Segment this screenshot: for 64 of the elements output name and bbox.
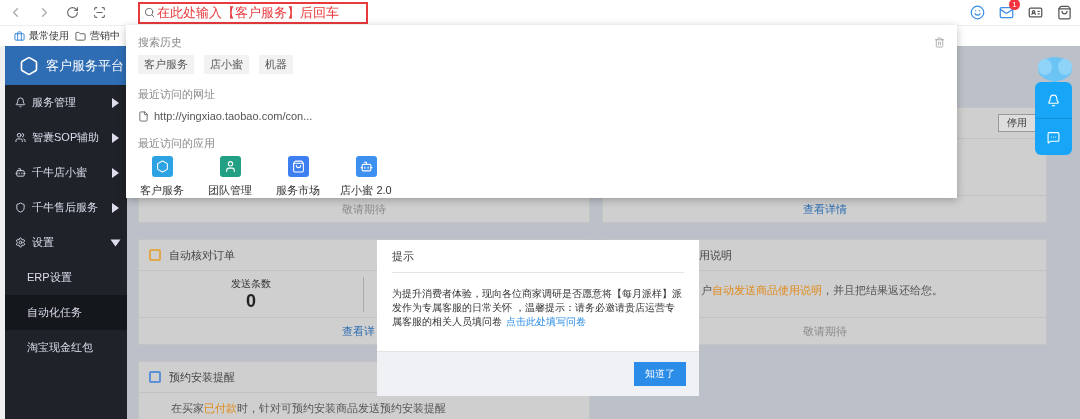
- app-label[interactable]: 服务市场: [276, 183, 320, 198]
- submenu-item[interactable]: 淘宝现金红包: [5, 330, 127, 365]
- details-link[interactable]: 查看详情: [802, 201, 847, 217]
- dialog-message: 为提升消费者体验，现向各位商家调研是否愿意将【每月派样】派发作为专属客服的日常关怀 ，温馨提示：请务必邀请贵店运营专属客服的相关人员填问卷 点击此处填写问卷: [391, 287, 683, 329]
- bell-icon: [1047, 93, 1060, 107]
- history-chip[interactable]: 店小蜜: [204, 55, 249, 74]
- reload-icon[interactable]: [66, 6, 79, 19]
- scan-icon[interactable]: [93, 6, 106, 19]
- address-field[interactable]: 在此处输入【客户服务】后回车: [138, 1, 368, 24]
- bag-icon[interactable]: [1057, 5, 1072, 20]
- trash-icon[interactable]: [934, 37, 945, 48]
- menu-item[interactable]: 智囊SOP辅助: [5, 120, 127, 155]
- app-label[interactable]: 团队管理: [208, 183, 252, 198]
- bookmark-item[interactable]: 最常使用: [14, 29, 69, 43]
- survey-link[interactable]: 点击此处填写问卷: [506, 316, 586, 327]
- menu-item[interactable]: 千牛店小蜜: [5, 155, 127, 190]
- menu-item[interactable]: 设置: [5, 225, 127, 260]
- menu-item[interactable]: 千牛售后服务: [5, 190, 127, 225]
- card-title: 用说明: [699, 247, 732, 263]
- smile-icon[interactable]: [970, 5, 985, 20]
- mail-icon[interactable]: [999, 5, 1014, 20]
- user-icon[interactable]: [219, 156, 241, 177]
- file-icon: [138, 110, 149, 122]
- platform-title: 客户服务平台: [46, 56, 124, 75]
- card-icon: [149, 249, 161, 261]
- card-description: 在买家已付款时，针对可预约安装商品发送预约安装提醒: [171, 402, 446, 414]
- card-title: 预约安装提醒: [169, 369, 235, 385]
- url-link[interactable]: http://yingxiao.taobao.com/con...: [154, 110, 313, 122]
- bookmark-item[interactable]: 营销中: [75, 29, 120, 43]
- card-title: 自动核对订单: [169, 247, 235, 263]
- disable-button[interactable]: 停用: [998, 114, 1036, 132]
- card-description: 户自动发送商品使用说明，并且把结果返还给您。: [701, 284, 943, 296]
- chat-icon: [1047, 130, 1060, 144]
- notification-badge: 1: [1009, 0, 1020, 10]
- details-link[interactable]: 查看详: [342, 323, 375, 339]
- section-label: 最近访问的网址: [138, 87, 216, 102]
- logo-icon: [19, 55, 39, 76]
- card-icon[interactable]: [1028, 5, 1043, 20]
- settings-icon: [15, 237, 26, 248]
- users-icon: [15, 132, 26, 143]
- bot-icon: [15, 167, 26, 178]
- stat-label: 发送条数: [231, 277, 271, 291]
- coming-soon-text: 敬请期待: [342, 201, 386, 217]
- bag-icon[interactable]: [287, 156, 309, 177]
- folder-icon: [75, 30, 86, 42]
- coming-soon-text: 敬请期待: [802, 323, 847, 339]
- elephant-mascot-icon: [1037, 55, 1073, 85]
- card-icon: [149, 371, 161, 383]
- submenu-item[interactable]: ERP设置: [5, 260, 127, 295]
- search-icon: [144, 7, 155, 18]
- menu-item[interactable]: 服务管理: [5, 85, 127, 120]
- bell-icon: [15, 97, 26, 108]
- briefcase-icon: [14, 30, 25, 42]
- app-label[interactable]: 店小蜜 2.0: [340, 183, 392, 198]
- submenu-item[interactable]: 自动化任务: [5, 295, 127, 330]
- app-label[interactable]: 客户服务: [140, 183, 184, 198]
- section-label: 最近访问的应用: [138, 136, 216, 151]
- shield-icon: [15, 202, 26, 213]
- history-chip[interactable]: 机器: [259, 55, 293, 74]
- dialog-title: 提示: [392, 248, 414, 264]
- bot-icon[interactable]: [355, 156, 377, 177]
- stat-value: 0: [246, 291, 256, 312]
- history-chip[interactable]: 客户服务: [138, 55, 194, 74]
- section-label: 搜索历史: [138, 35, 182, 50]
